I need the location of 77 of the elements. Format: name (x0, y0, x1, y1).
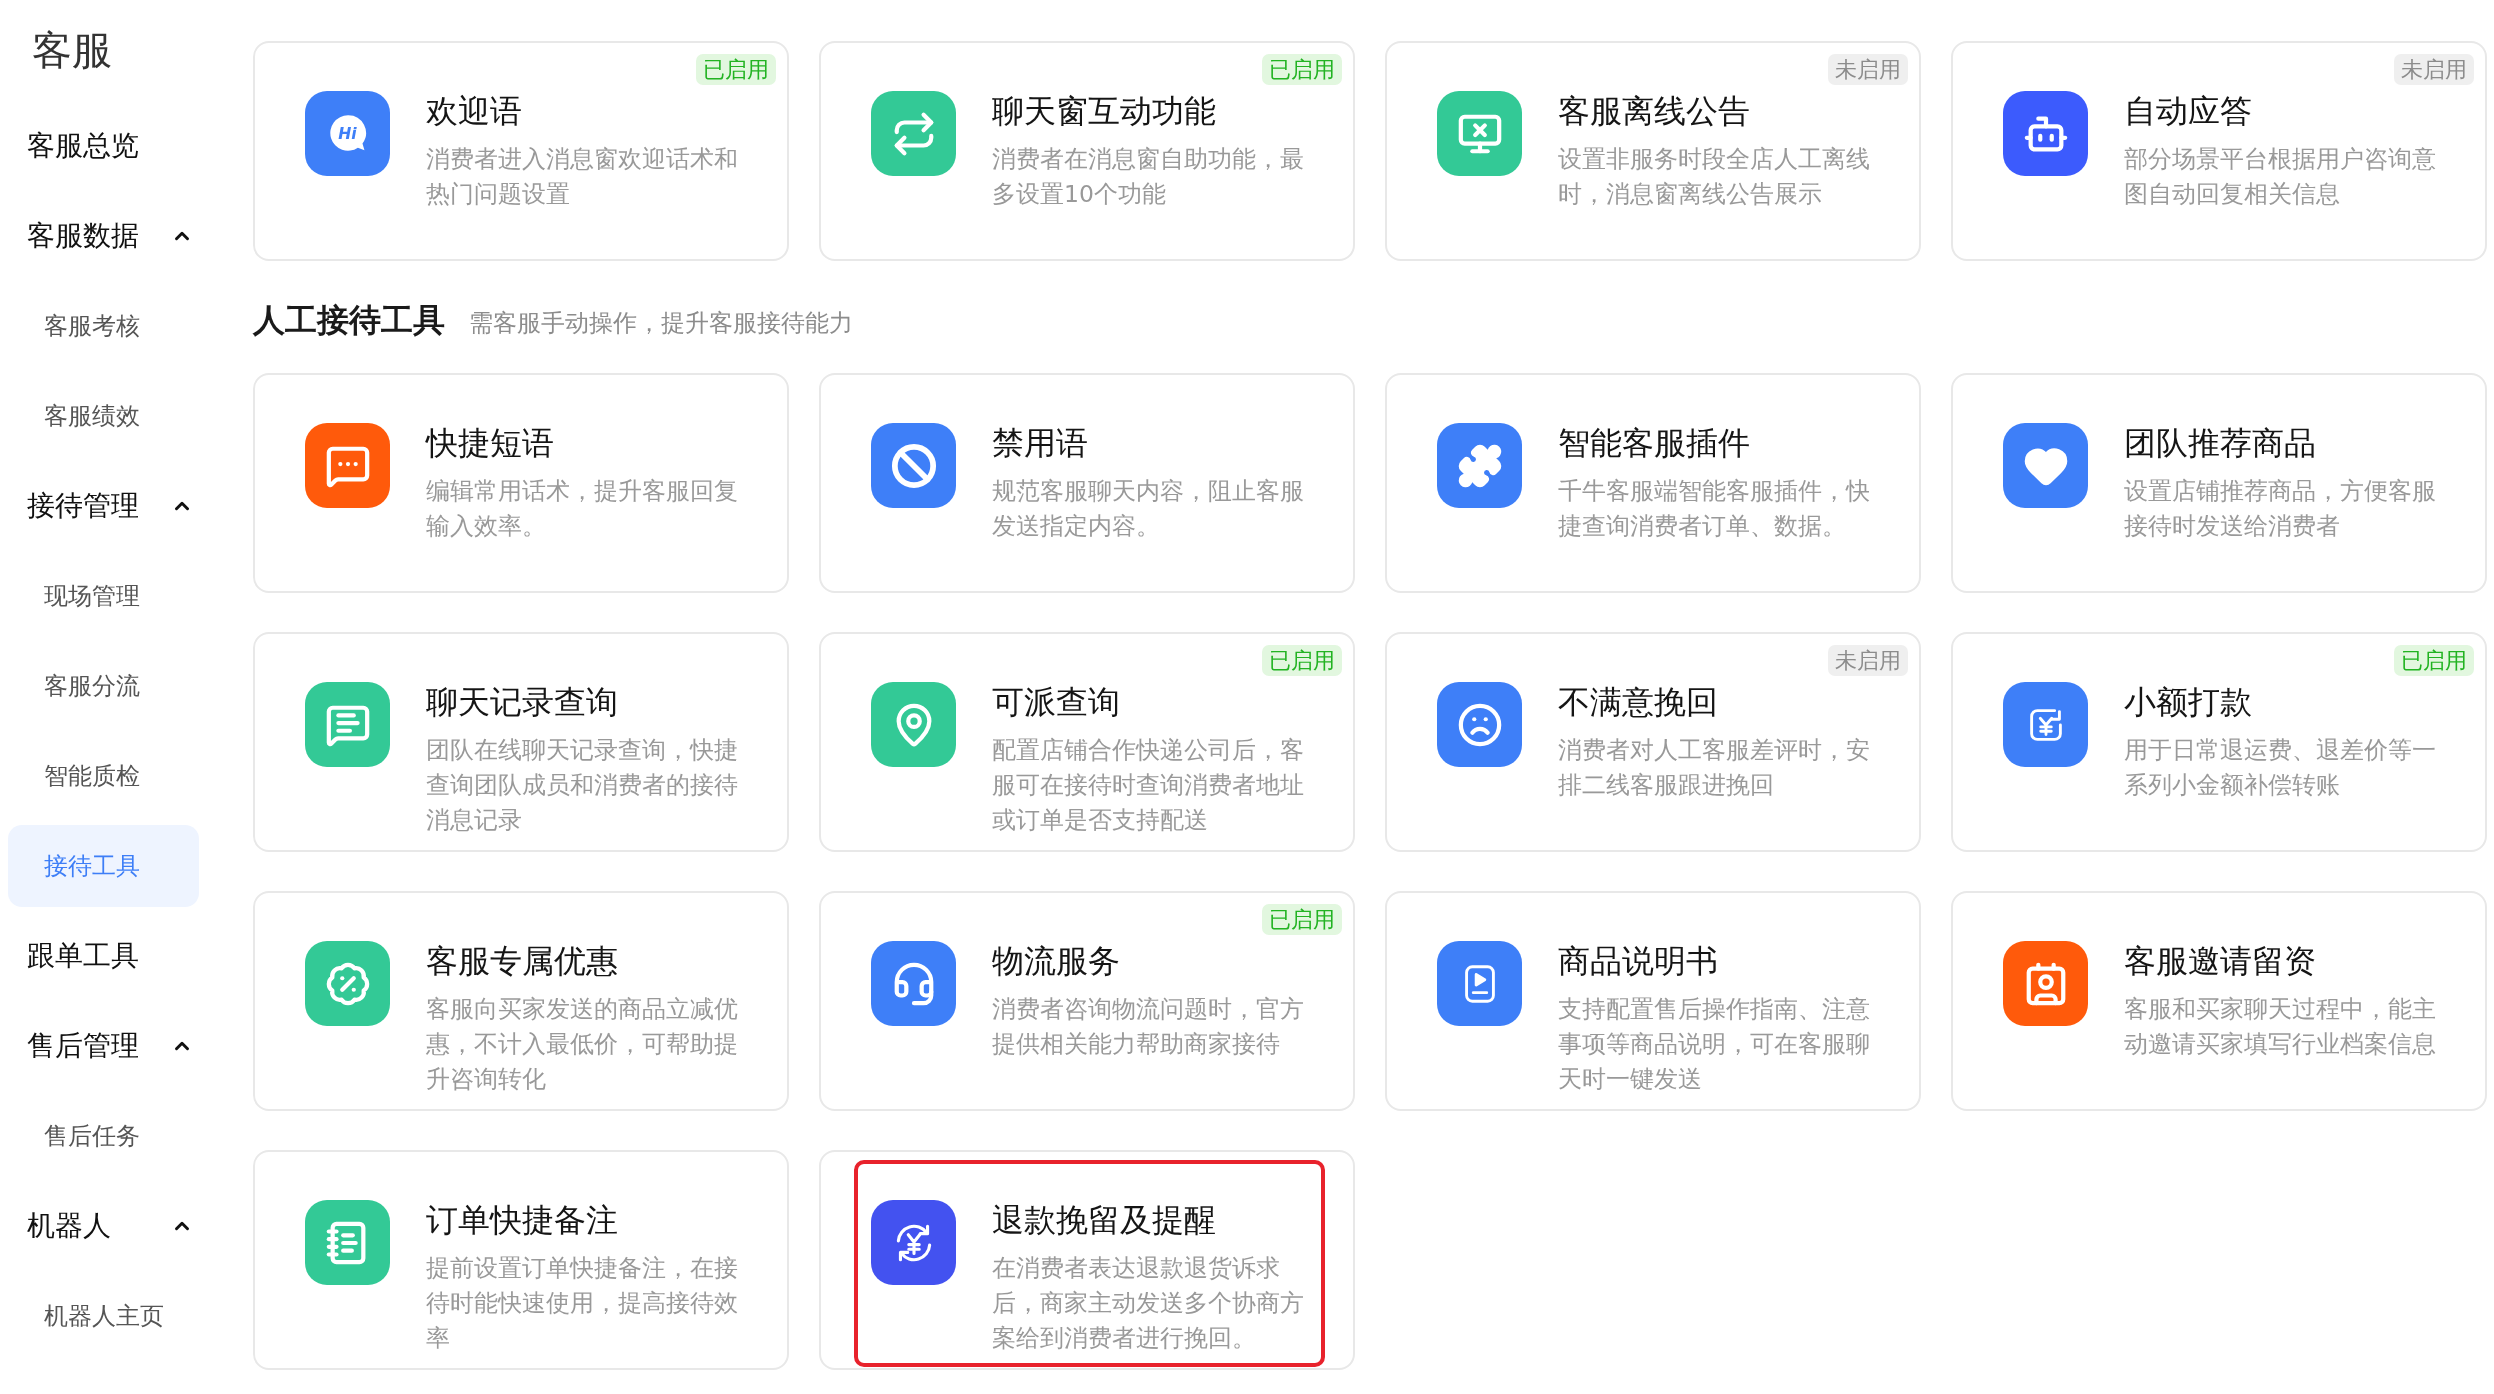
tool-title: 聊天窗互动功能 (992, 91, 1216, 132)
tool-card[interactable]: 自动应答 部分场景平台根据用户咨询意图自动回复相关信息 未启用 (1951, 41, 2487, 261)
tool-description: 部分场景平台根据用户咨询意图自动回复相关信息 (2124, 144, 2437, 210)
tool-card[interactable]: 客服邀请留资 客服和买家聊天过程中，能主动邀请买家填写行业档案信息 (1951, 891, 2487, 1111)
tool-title: 欢迎语 (426, 91, 522, 132)
tool-title: 物流服务 (992, 941, 1120, 982)
sidebar-group[interactable]: 机器人 (8, 1185, 199, 1267)
sidebar-item[interactable]: 客服绩效 (8, 375, 199, 457)
sidebar-group[interactable]: 客服数据 (8, 195, 199, 277)
sidebar-item[interactable]: 客服考核 (8, 285, 199, 367)
sidebar-item[interactable]: 智能质检 (8, 735, 199, 817)
sidebar-group[interactable]: 接待管理 (8, 465, 199, 547)
sidebar-item[interactable]: 客服分流 (8, 645, 199, 727)
tool-description: 设置非服务时段全店人工离线时，消息窗离线公告展示 (1558, 144, 1871, 210)
tool-title: 商品说明书 (1558, 941, 1718, 982)
sidebar-group[interactable]: 售后管理 (8, 1005, 199, 1087)
tool-description: 规范客服聊天内容，阻止客服发送指定内容。 (992, 476, 1305, 542)
section-subtitle: 需客服手动操作，提升客服接待能力 (469, 308, 853, 339)
tool-title: 退款挽留及提醒 (992, 1200, 1216, 1241)
tool-description: 消费者对人工客服差评时，安排二线客服跟进挽回 (1558, 735, 1871, 801)
tool-card[interactable]: 客服离线公告 设置非服务时段全店人工离线时，消息窗离线公告展示 未启用 (1385, 41, 1921, 261)
tool-description: 提前设置订单快捷备注，在接待时能快速使用，提高接待效率 (426, 1253, 739, 1354)
status-label: 已启用 (696, 54, 776, 85)
status-label: 已启用 (2394, 645, 2474, 676)
tool-title: 团队推荐商品 (2124, 423, 2316, 464)
tool-card[interactable]: 快捷短语 编辑常用话术，提升客服回复输入效率。 (253, 373, 789, 593)
sidebar-title: 客服 (31, 26, 113, 75)
sidebar-item[interactable]: 机器人主页 (8, 1275, 199, 1357)
tool-title: 不满意挽回 (1558, 682, 1718, 723)
tool-title: 客服邀请留资 (2124, 941, 2316, 982)
tool-card[interactable]: 订单快捷备注 提前设置订单快捷备注，在接待时能快速使用，提高接待效率 (253, 1150, 789, 1370)
status-label: 未启用 (1828, 645, 1908, 676)
tool-description: 编辑常用话术，提升客服回复输入效率。 (426, 476, 739, 542)
tool-description: 支持配置售后操作指南、注意事项等商品说明，可在客服聊天时一键发送 (1558, 994, 1871, 1095)
section-title: 人工接待工具 (253, 300, 445, 340)
tool-title: 客服专属优惠 (426, 941, 618, 982)
tool-title: 订单快捷备注 (426, 1200, 618, 1241)
tool-title: 小额打款 (2124, 682, 2252, 723)
tool-card[interactable]: 小额打款 用于日常退运费、退差价等一系列小金额补偿转账 已启用 (1951, 632, 2487, 852)
tool-description: 在消费者表达退款退货诉求后，商家主动发送多个协商方案给到消费者进行挽回。 (992, 1253, 1305, 1354)
sidebar-item[interactable]: 客服总览 (8, 105, 199, 187)
tool-description: 团队在线聊天记录查询，快捷查询团队成员和消费者的接待消息记录 (426, 735, 739, 836)
tool-card[interactable]: 聊天记录查询 团队在线聊天记录查询，快捷查询团队成员和消费者的接待消息记录 (253, 632, 789, 852)
sidebar-item[interactable]: 跟单工具 (8, 915, 199, 997)
tool-title: 可派查询 (992, 682, 1120, 723)
tool-description: 消费者进入消息窗欢迎话术和热门问题设置 (426, 144, 739, 210)
tool-description: 千牛客服端智能客服插件，快捷查询消费者订单、数据。 (1558, 476, 1871, 542)
tool-title: 聊天记录查询 (426, 682, 618, 723)
status-label: 未启用 (1828, 54, 1908, 85)
tool-description: 设置店铺推荐商品，方便客服接待时发送给消费者 (2124, 476, 2437, 542)
tool-card[interactable]: 退款挽留及提醒 在消费者表达退款退货诉求后，商家主动发送多个协商方案给到消费者进行挽回。 (819, 1150, 1355, 1370)
tool-card[interactable]: 禁用语 规范客服聊天内容，阻止客服发送指定内容。 (819, 373, 1355, 593)
tool-card[interactable]: 可派查询 配置店铺合作快递公司后，客服可在接待时查询消费者地址或订单是否支持配送 已启用 (819, 632, 1355, 852)
tool-title: 快捷短语 (426, 423, 554, 464)
tool-card[interactable]: 商品说明书 支持配置售后操作指南、注意事项等商品说明，可在客服聊天时一键发送 (1385, 891, 1921, 1111)
status-label: 已启用 (1262, 54, 1342, 85)
tool-card[interactable]: 团队推荐商品 设置店铺推荐商品，方便客服接待时发送给消费者 (1951, 373, 2487, 593)
tool-description: 客服和买家聊天过程中，能主动邀请买家填写行业档案信息 (2124, 994, 2437, 1060)
tool-title: 自动应答 (2124, 91, 2252, 132)
tool-title: 禁用语 (992, 423, 1088, 464)
tool-description: 用于日常退运费、退差价等一系列小金额补偿转账 (2124, 735, 2437, 801)
status-label: 已启用 (1262, 904, 1342, 935)
tool-card[interactable]: 客服专属优惠 客服向买家发送的商品立减优惠，不计入最低价，可帮助提升咨询转化 (253, 891, 789, 1111)
tool-card[interactable]: 智能客服插件 千牛客服端智能客服插件，快捷查询消费者订单、数据。 (1385, 373, 1921, 593)
tool-description: 客服向买家发送的商品立减优惠，不计入最低价，可帮助提升咨询转化 (426, 994, 739, 1095)
tool-card[interactable]: 不满意挽回 消费者对人工客服差评时，安排二线客服跟进挽回 未启用 (1385, 632, 1921, 852)
chat-bubble-icon: Hi (305, 91, 390, 176)
tool-description: 配置店铺合作快递公司后，客服可在接待时查询消费者地址或订单是否支持配送 (992, 735, 1305, 836)
sidebar-item[interactable]: 售后任务 (8, 1095, 199, 1177)
tool-title: 客服离线公告 (1558, 91, 1750, 132)
status-label: 未启用 (2394, 54, 2474, 85)
sidebar-item[interactable]: 现场管理 (8, 555, 199, 637)
tool-card[interactable]: Hi 欢迎语 消费者进入消息窗欢迎话术和热门问题设置 已启用 (253, 41, 789, 261)
tool-title: 智能客服插件 (1558, 423, 1750, 464)
status-label: 已启用 (1262, 645, 1342, 676)
tool-description: 消费者在消息窗自助功能，最多设置10个功能 (992, 144, 1305, 210)
tool-card[interactable]: 聊天窗互动功能 消费者在消息窗自助功能，最多设置10个功能 已启用 (819, 41, 1355, 261)
